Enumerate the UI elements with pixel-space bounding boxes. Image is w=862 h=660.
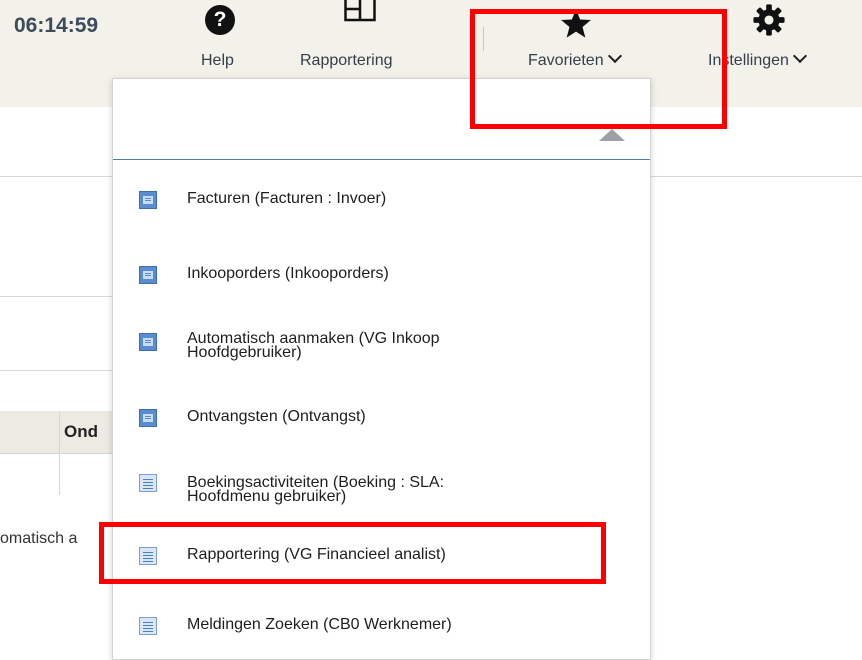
favorite-item[interactable]: Inkooporders (Inkooporders): [113, 254, 650, 294]
report-icon: [344, 0, 376, 22]
favorite-item[interactable]: Facturen (Facturen : Invoer): [113, 179, 650, 219]
session-clock: 06:14:59: [14, 14, 99, 37]
favorite-item-label: Inkooporders (Inkooporders): [187, 265, 389, 282]
column-divider: [59, 411, 60, 495]
favorite-item-label-line2: Hoofdgebruiker): [187, 344, 302, 361]
nav-divider: [483, 27, 484, 51]
collapse-arrow-icon[interactable]: [599, 129, 625, 141]
favorite-item-label: Rapportering (VG Financieel analist): [187, 546, 446, 563]
document-icon: [139, 474, 157, 492]
favorite-item[interactable]: Boekingsactiviteiten (Boeking : SLA: Hoo…: [113, 464, 650, 514]
favorite-item-label: Facturen (Facturen : Invoer): [187, 190, 387, 207]
instellingen-text: Instellingen: [708, 52, 789, 69]
favorite-item-label: Ontvangsten (Ontvangst): [187, 408, 366, 425]
gear-icon: [753, 4, 785, 36]
star-icon: [561, 9, 591, 38]
nav-rapportering[interactable]: Rapportering: [296, 0, 426, 80]
form-icon: [139, 191, 157, 209]
favorieten-text: Favorieten: [528, 52, 604, 69]
nav-instellingen[interactable]: Instellingen: [706, 0, 846, 80]
nav-instellingen-label: Instellingen: [708, 48, 808, 70]
background-row-text: omatisch a: [0, 530, 78, 547]
chevron-down-icon: [792, 48, 808, 64]
chevron-down-icon: [607, 48, 622, 64]
help-icon: ?: [205, 5, 235, 35]
dropdown-header: [113, 79, 650, 160]
favorite-item-label-line2: Hoofdmenu gebruiker): [187, 488, 347, 505]
favorite-item[interactable]: Automatisch aanmaken (VG Inkoop Hoofdgeb…: [113, 321, 650, 371]
favorites-dropdown: Facturen (Facturen : Invoer) Inkooporder…: [112, 78, 651, 660]
nav-rapportering-label: Rapportering: [300, 52, 393, 69]
favorite-item-rapportering[interactable]: Rapportering (VG Financieel analist): [113, 539, 650, 579]
nav-favorieten-label: Favorieten: [528, 48, 622, 70]
document-icon: [139, 547, 157, 565]
favorite-item[interactable]: Ontvangsten (Ontvangst): [113, 397, 650, 437]
table-header-ond: Ond: [64, 422, 98, 441]
nav-help[interactable]: ? Help: [190, 0, 250, 80]
favorite-item[interactable]: Meldingen Zoeken (CB0 Werknemer): [113, 609, 650, 649]
table-header: Ond: [0, 411, 112, 495]
divider-line: [0, 370, 112, 371]
favorite-item-label: Meldingen Zoeken (CB0 Werknemer): [187, 616, 452, 633]
nav-favorieten[interactable]: Favorieten: [520, 0, 630, 80]
form-icon: [139, 266, 157, 284]
form-icon: [139, 409, 157, 427]
divider-line: [0, 296, 112, 297]
document-icon: [139, 617, 157, 635]
nav-help-label: Help: [201, 52, 234, 69]
form-icon: [139, 333, 157, 351]
